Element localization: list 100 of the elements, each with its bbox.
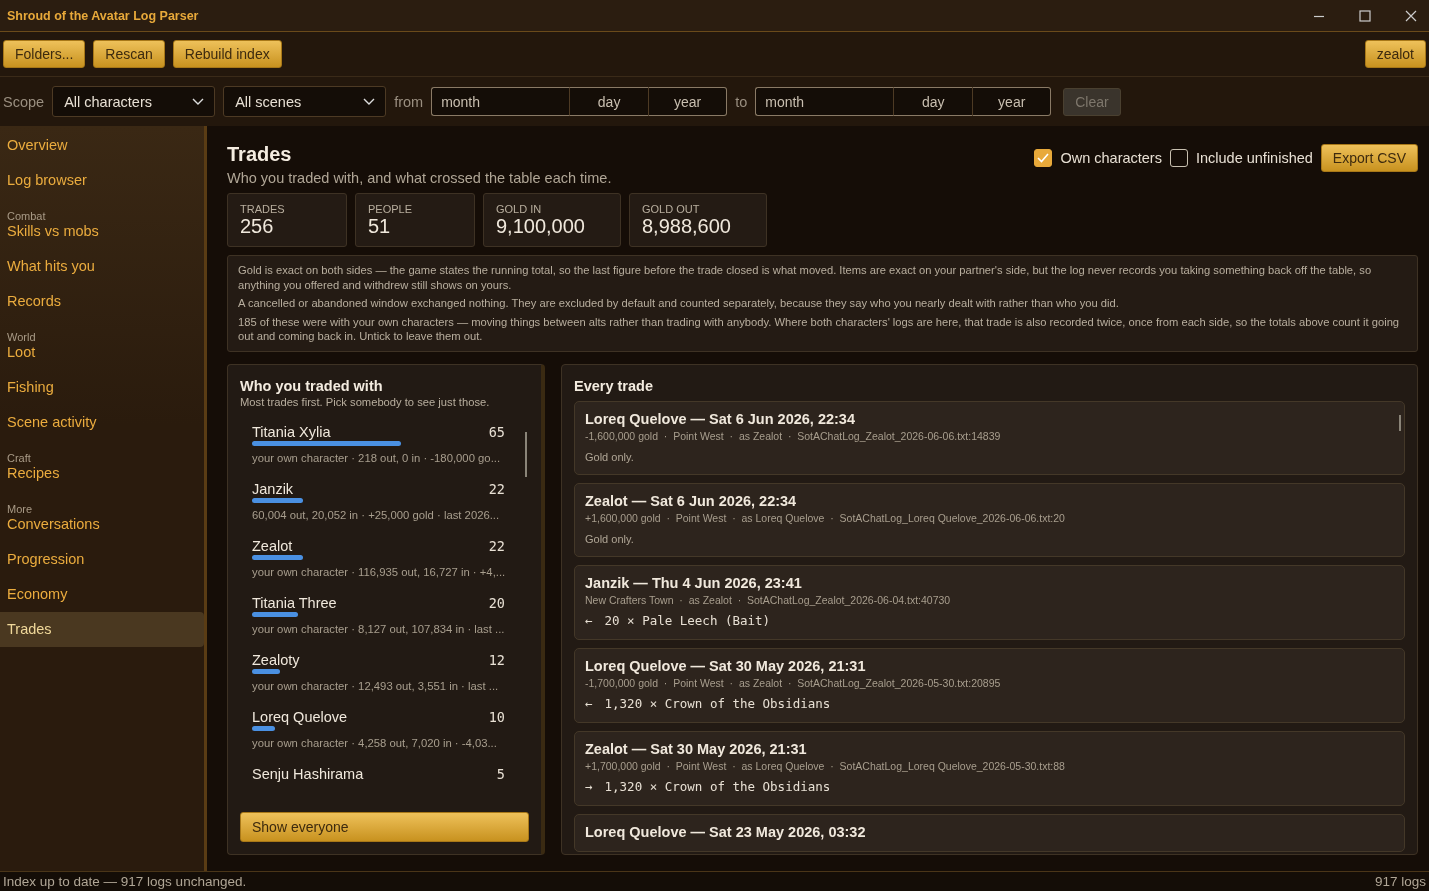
stat-label: GOLD IN <box>496 203 543 215</box>
trade-heading: Zealot — Sat 30 May 2026, 21:31 <box>585 740 808 757</box>
partner-name: Senju Hashirama <box>252 765 364 782</box>
chevron-icon <box>192 97 205 106</box>
nav-item[interactable]: Conversations <box>0 515 204 542</box>
partner-name: Titania Three <box>252 594 337 611</box>
direction-arrow: → <box>585 778 593 794</box>
nav-item[interactable]: Trades <box>0 612 204 647</box>
direction-arrow: ← <box>585 695 593 711</box>
nav-item[interactable]: Economy <box>0 577 204 612</box>
trade-meta: +1,700,000 gold · Point West · as Loreq Quelove · SotAChatLog_Loreq Quelove_2026-05-30.txt:88 <box>585 759 1066 772</box>
partner-row[interactable]: Senju Hashirama 5 <box>252 753 505 787</box>
toolbar-button[interactable]: Rebuild index <box>172 40 282 68</box>
nav-item[interactable]: Fishing <box>0 370 204 405</box>
trade-meta: -1,700,000 gold · Point West · as Zealot · SotAChatLog_Zealot_2026-05-30.txt:20895 <box>585 676 1002 689</box>
stat-label: TRADES <box>240 203 286 215</box>
maximize-icon[interactable] <box>1359 9 1371 22</box>
day-field[interactable]: day <box>893 87 973 116</box>
trade-heading: Loreq Quelove — Sat 23 May 2026, 03:32 <box>585 823 867 840</box>
checkbox[interactable] <box>1034 149 1053 167</box>
partner-detail: 60,004 out, 20,052 in · +25,000 gold · last 2026... <box>252 508 501 521</box>
nav-group-label: Craft <box>6 451 32 464</box>
partner-row[interactable]: Loreq Quelove 10 your own character · 4,258 out, 7,020 in · -4,03... <box>252 696 505 754</box>
partner-name: Loreq Quelove <box>252 708 348 725</box>
partner-name: Janzik <box>252 480 294 497</box>
day-field[interactable]: day <box>569 87 649 116</box>
year-field[interactable]: year <box>648 87 728 116</box>
partner-row[interactable]: Janzik 22 60,004 out, 20,052 in · +25,000 gold · last 2026... <box>252 468 505 526</box>
partner-row[interactable]: Titania Three 20 your own character · 8,127 out, 107,834 in · last ... <box>252 582 505 640</box>
trade-count: 20 <box>488 594 505 611</box>
log-count: 917 logs <box>1374 874 1426 889</box>
trade-note: Gold only. <box>585 532 635 545</box>
partner-detail: your own character · 218 out, 0 in · -180,000 go... <box>252 451 502 464</box>
partner-row[interactable]: Titania Xylia 65 your own character · 218 out, 0 in · -180,000 go... <box>252 411 505 469</box>
partner-name: Zealot <box>252 537 293 554</box>
status-text: Index up to date — 917 logs unchanged. <box>3 874 247 889</box>
scene-select[interactable]: All scenes <box>223 86 387 117</box>
note-text: 185 of these were with your own characters — moving things between alts rather than trading with anybody. Where both characters' logs are here, that trade is also recorded twice, once from each side, so the totals above count it going out and coming back in. Untick to leave them out. <box>238 314 1401 344</box>
trade-heading: Zealot — Sat 6 Jun 2026, 22:34 <box>585 492 798 509</box>
year-field[interactable]: year <box>972 87 1052 116</box>
trade-count: 5 <box>496 765 505 782</box>
user-button[interactable]: zealot <box>1364 40 1426 68</box>
nav-item[interactable]: Progression <box>0 542 204 577</box>
stat-value: 9,100,000 <box>496 215 586 238</box>
trade-count: 12 <box>488 651 505 668</box>
stat-value: 256 <box>240 215 275 238</box>
to-label: to <box>735 93 748 110</box>
trade-count: 22 <box>488 480 505 497</box>
trade-meta: New Crafters Town · as Zealot · SotAChatLog_Zealot_2026-06-04.txt:40730 <box>585 593 952 606</box>
panel-title: Every trade <box>574 377 654 394</box>
partner-detail: your own character · 8,127 out, 107,834 in · last ... <box>252 622 505 635</box>
month-field[interactable]: month <box>431 87 570 116</box>
show-everyone-button[interactable]: Show everyone <box>240 812 529 842</box>
toolbar-button[interactable]: Rescan <box>93 40 165 68</box>
nav-item[interactable]: Scene activity <box>0 405 204 440</box>
checkbox[interactable] <box>1169 149 1188 167</box>
trade-count: 65 <box>488 423 505 440</box>
trade-meta: -1,600,000 gold · Point West · as Zealot · SotAChatLog_Zealot_2026-06-06.txt:14839 <box>585 429 1002 442</box>
nav-item[interactable]: Loot <box>0 343 204 370</box>
partner-row[interactable]: Zealoty 12 your own character · 12,493 out, 3,551 in · last ... <box>252 639 505 697</box>
checkbox-label: Include unfinished <box>1195 150 1313 166</box>
panel-subtitle: Most trades first. Pick somebody to see just those. <box>240 395 491 408</box>
partner-detail: your own character · 116,935 out, 16,727 in · +4,... <box>252 565 505 578</box>
trade-item: 1,320 × Crown of the Obsidians <box>604 778 831 794</box>
stat-label: PEOPLE <box>368 203 414 215</box>
checkbox-label: Own characters <box>1060 150 1162 166</box>
nav-item[interactable]: What hits you <box>0 249 204 284</box>
trade-meta: +1,600,000 gold · Point West · as Loreq Quelove · SotAChatLog_Loreq Quelove_2026-06-06.txt:20 <box>585 511 1066 524</box>
trade-count: 10 <box>488 708 505 725</box>
trade-note: Gold only. <box>585 450 635 463</box>
toolbar-button[interactable]: Folders... <box>3 40 86 68</box>
trade-count: 22 <box>488 537 505 554</box>
export-button[interactable]: Export CSV <box>1320 144 1418 172</box>
nav-item[interactable]: Skills vs mobs <box>0 222 204 249</box>
stat-value: 51 <box>368 215 392 238</box>
trade-heading: Loreq Quelove — Sat 30 May 2026, 21:31 <box>585 657 867 674</box>
trade-item: 1,320 × Crown of the Obsidians <box>604 695 831 711</box>
close-icon[interactable] <box>1405 9 1417 22</box>
panel-title: Who you traded with <box>240 377 384 394</box>
nav-item[interactable]: Log browser <box>0 163 204 198</box>
window-title: Shroud of the Avatar Log Parser <box>7 8 199 23</box>
nav-item[interactable]: Overview <box>0 128 204 163</box>
partner-row[interactable]: Zealot 22 your own character · 116,935 out, 16,727 in · +4,... <box>252 525 505 583</box>
nav-item[interactable]: Recipes <box>0 464 204 491</box>
character-select[interactable]: All characters <box>52 86 216 117</box>
nav-item[interactable]: Records <box>0 284 204 319</box>
month-field[interactable]: month <box>755 87 894 116</box>
scrollbar[interactable] <box>1399 414 1401 431</box>
trade-heading: Loreq Quelove — Sat 6 Jun 2026, 22:34 <box>585 410 856 427</box>
trade-item: 20 × Pale Leech (Bait) <box>604 612 771 628</box>
page-title: Trades <box>227 143 293 166</box>
trade-heading: Janzik — Thu 4 Jun 2026, 23:41 <box>585 574 803 591</box>
direction-arrow: ← <box>585 612 593 628</box>
nav-group-label: More <box>6 502 34 515</box>
scope-label: Scope <box>3 93 45 110</box>
scrollbar[interactable] <box>525 431 527 477</box>
nav-group-label: Combat <box>6 209 47 222</box>
partner-name: Zealoty <box>252 651 300 668</box>
note-text: A cancelled or abandoned window exchanged nothing. They are excluded by default and counted separately, because they say who you nearly dealt with rather than who you did. <box>238 296 1120 311</box>
partner-detail: your own character · 4,258 out, 7,020 in · -4,03... <box>252 736 498 749</box>
